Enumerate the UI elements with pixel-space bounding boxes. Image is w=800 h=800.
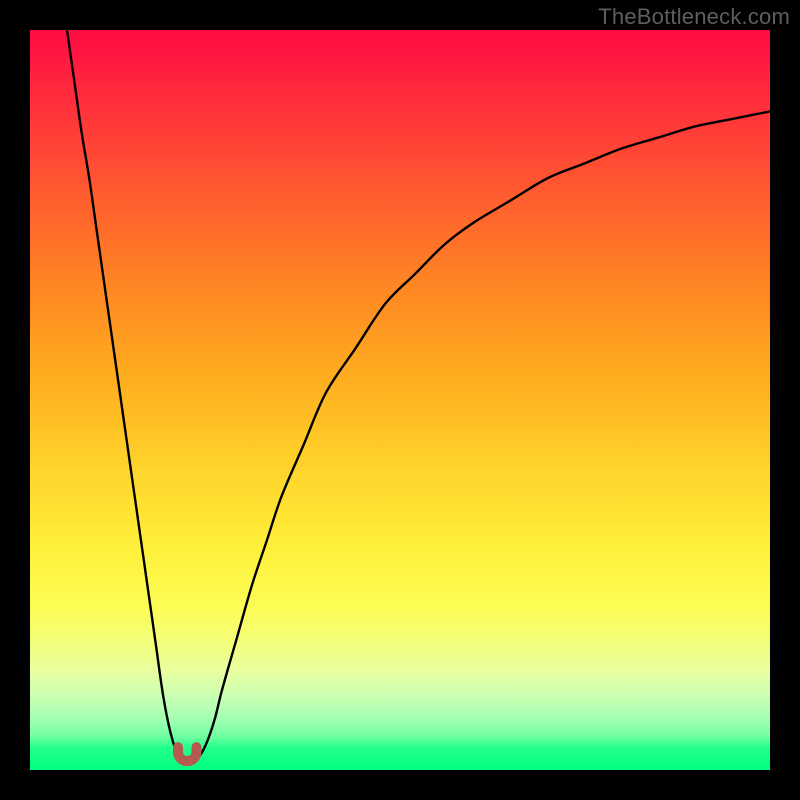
watermark-text: TheBottleneck.com	[598, 4, 790, 30]
bottleneck-curve	[30, 30, 770, 770]
plot-area	[30, 30, 770, 770]
chart-frame: TheBottleneck.com	[0, 0, 800, 800]
